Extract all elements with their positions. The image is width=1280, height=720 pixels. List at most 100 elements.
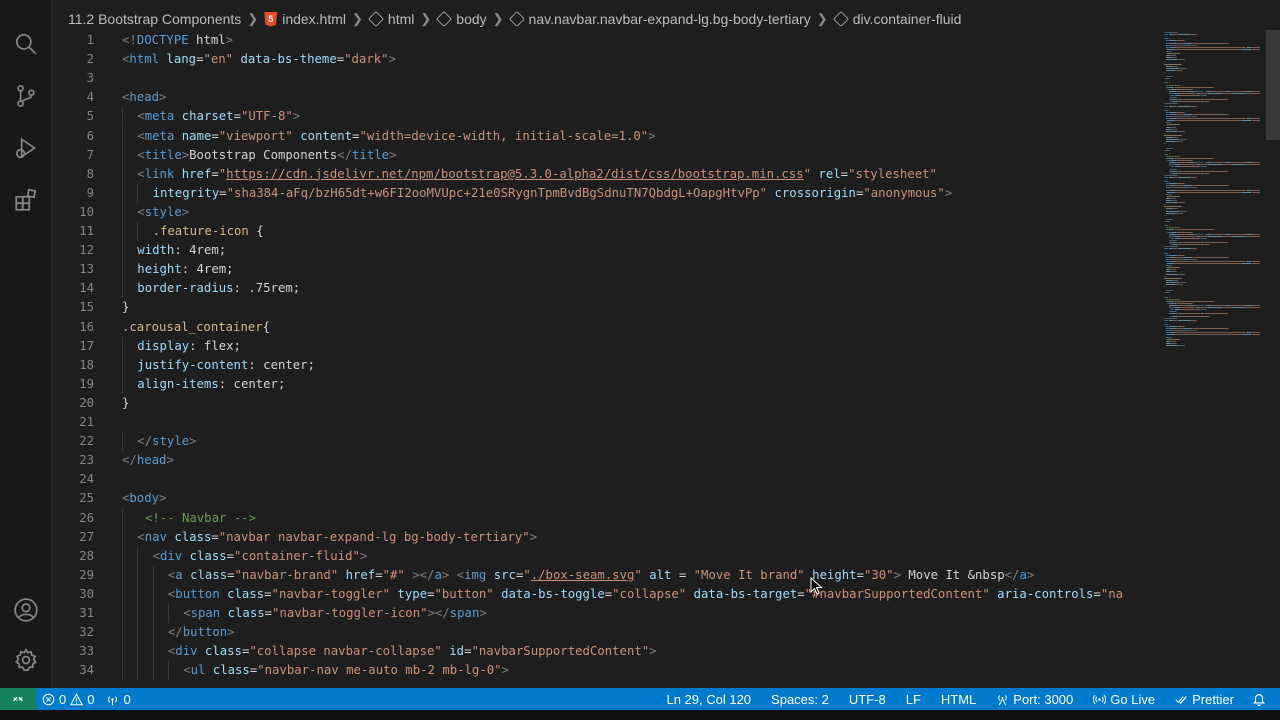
code-line[interactable]: 27 <nav class="navbar navbar-expand-lg bg…: [52, 527, 1160, 547]
remote-indicator[interactable]: [0, 688, 36, 710]
line-number[interactable]: 32: [52, 623, 94, 642]
code-editor[interactable]: 1 <!DOCTYPE html> 2 <html lang="en" data-bs…: [52, 30, 1160, 688]
line-number[interactable]: 17: [52, 337, 94, 356]
vertical-scrollbar[interactable]: [1266, 30, 1280, 140]
code-line[interactable]: 25 <body>: [52, 489, 1160, 508]
line-number[interactable]: 8: [52, 165, 94, 184]
code-line[interactable]: 16 .carousal_container{: [52, 318, 1160, 337]
code-line[interactable]: 23 </head>: [52, 451, 1160, 470]
line-number[interactable]: 7: [52, 146, 94, 165]
line-number[interactable]: 11: [52, 222, 94, 241]
line-number[interactable]: 9: [52, 184, 94, 203]
minimap-line: [1171, 187, 1190, 189]
line-number[interactable]: 29: [52, 566, 94, 585]
code-line[interactable]: 29 <a class="navbar-brand" href="#" ></a>…: [52, 565, 1160, 585]
code-line[interactable]: 1 <!DOCTYPE html>: [52, 31, 1160, 50]
line-number[interactable]: 4: [52, 88, 94, 107]
line-number[interactable]: 13: [52, 260, 94, 279]
code-line[interactable]: 17 display: flex;: [52, 336, 1160, 356]
breadcrumb-file[interactable]: 5 index.html: [264, 11, 346, 27]
minimap-line: [1178, 124, 1181, 126]
line-number[interactable]: 21: [52, 413, 94, 432]
line-number[interactable]: 1: [52, 31, 94, 50]
line-number[interactable]: 27: [52, 528, 94, 547]
minimap-line: [1192, 302, 1194, 304]
code-line[interactable]: 32 </button>: [52, 623, 1160, 643]
code-line[interactable]: 3: [52, 69, 1160, 88]
minimap-line: [1170, 183, 1178, 185]
code-line[interactable]: 20}: [52, 394, 1160, 413]
indentation-setting[interactable]: Spaces: 2: [761, 692, 839, 707]
code-line[interactable]: 10 <style>: [52, 202, 1160, 222]
eol-setting[interactable]: LF: [896, 692, 931, 707]
line-number[interactable]: 20: [52, 394, 94, 413]
code-line[interactable]: 12 width: 4rem;: [52, 241, 1160, 261]
code-line[interactable]: 24: [52, 470, 1160, 489]
line-number[interactable]: 5: [52, 107, 94, 126]
line-number[interactable]: 30: [52, 585, 94, 604]
code-line[interactable]: 18 justify-content: center;: [52, 355, 1160, 375]
line-number[interactable]: 3: [52, 69, 94, 88]
line-number[interactable]: 16: [52, 318, 94, 337]
code-line[interactable]: 2 <html lang="en" data-bs-theme="dark">: [52, 50, 1160, 69]
code-line[interactable]: 5 <meta charset="UTF-8">: [52, 107, 1160, 127]
code-line[interactable]: 21: [52, 413, 1160, 432]
line-number[interactable]: 18: [52, 356, 94, 375]
code-line[interactable]: 15}: [52, 298, 1160, 317]
line-number[interactable]: 28: [52, 547, 94, 566]
line-number[interactable]: 2: [52, 50, 94, 69]
code-line[interactable]: 6 <meta name="viewport" content="width=de…: [52, 126, 1160, 146]
problems-indicator[interactable]: 0 0: [36, 692, 100, 707]
code-line[interactable]: 34 <ul class="navbar-nav me-auto mb-2 mb-…: [52, 661, 1160, 681]
breadcrumb-nav[interactable]: nav.navbar.navbar-expand-lg.bg-body-tert…: [508, 11, 811, 27]
source-control-icon[interactable]: [12, 82, 40, 110]
code-line[interactable]: 8 <link href="https://cdn.jsdelivr.net/np…: [52, 164, 1160, 184]
code-token: =: [671, 567, 694, 582]
line-number[interactable]: 22: [52, 432, 94, 451]
line-number[interactable]: 25: [52, 489, 94, 508]
prettier-status[interactable]: Prettier: [1165, 692, 1244, 707]
line-number[interactable]: 34: [52, 661, 94, 680]
breadcrumb-html[interactable]: html: [368, 11, 414, 27]
line-number[interactable]: 15: [52, 298, 94, 317]
code-line[interactable]: 11 .feature-icon {: [52, 222, 1160, 241]
code-line[interactable]: 31 <span class="navbar-toggler-icon"></sp…: [52, 604, 1160, 623]
breadcrumb-folder[interactable]: 11.2 Bootstrap Components: [68, 11, 241, 27]
notifications-button[interactable]: [1244, 692, 1280, 706]
line-number[interactable]: 24: [52, 470, 94, 489]
code-line[interactable]: 26 <!-- Navbar -->: [52, 508, 1160, 528]
minimap[interactable]: [1160, 30, 1266, 350]
line-number[interactable]: 26: [52, 509, 94, 528]
code-line[interactable]: 33 <div class="collapse navbar-collapse" …: [52, 642, 1160, 662]
port-indicator[interactable]: Port: 3000: [986, 692, 1083, 707]
code-line[interactable]: 22 </style>: [52, 432, 1160, 452]
line-number[interactable]: 19: [52, 375, 94, 394]
cursor-position[interactable]: Ln 29, Col 120: [656, 692, 761, 707]
extensions-icon[interactable]: [12, 186, 40, 214]
go-live-button[interactable]: Go Live: [1083, 692, 1165, 707]
search-icon[interactable]: [12, 30, 40, 58]
code-line[interactable]: 14 border-radius: .75rem;: [52, 279, 1160, 299]
line-number[interactable]: 33: [52, 642, 94, 661]
settings-gear-icon[interactable]: [12, 646, 40, 674]
code-line[interactable]: 4 <head>: [52, 88, 1160, 107]
line-number[interactable]: 23: [52, 451, 94, 470]
breadcrumb-body[interactable]: body: [436, 11, 487, 27]
line-number[interactable]: 10: [52, 203, 94, 222]
code-line[interactable]: 19 align-items: center;: [52, 374, 1160, 394]
account-icon[interactable]: [12, 596, 40, 624]
ports-indicator[interactable]: 0: [100, 692, 136, 707]
code-line[interactable]: 7 <title>Bootstrap Components</title>: [52, 145, 1160, 165]
encoding-setting[interactable]: UTF-8: [839, 692, 896, 707]
breadcrumb-div[interactable]: div.container-fluid: [832, 11, 961, 27]
line-number[interactable]: 6: [52, 127, 94, 146]
code-line[interactable]: 9 integrity="sha384-aFq/bzH65dt+w6FI2ooMV…: [52, 183, 1160, 203]
language-mode[interactable]: HTML: [931, 692, 986, 707]
code-line[interactable]: 13 height: 4rem;: [52, 260, 1160, 280]
code-line[interactable]: 28 <div class="container-fluid">: [52, 546, 1160, 566]
line-number[interactable]: 14: [52, 279, 94, 298]
line-number[interactable]: 31: [52, 604, 94, 623]
run-debug-icon[interactable]: [12, 134, 40, 162]
line-number[interactable]: 12: [52, 241, 94, 260]
code-line[interactable]: 30 <button class="navbar-toggler" type="b…: [52, 584, 1160, 604]
